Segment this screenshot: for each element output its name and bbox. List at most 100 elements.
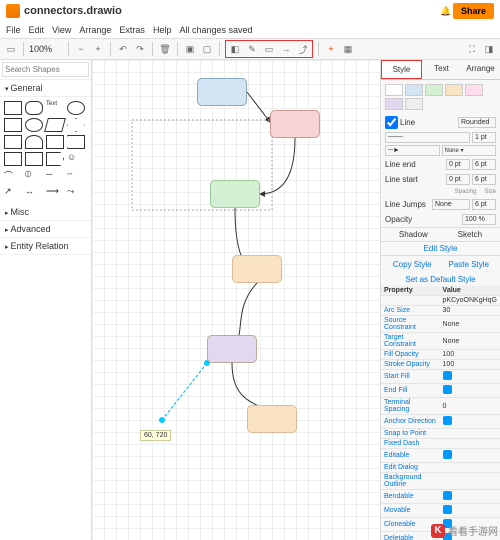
shape-step[interactable]: [67, 135, 85, 149]
line-end-size[interactable]: 6 pt: [472, 159, 496, 170]
line-jumps-select[interactable]: None: [432, 199, 470, 210]
toback-icon[interactable]: ▢: [200, 42, 214, 56]
shape-curve[interactable]: ⌒: [4, 169, 22, 183]
shape-note[interactable]: [25, 152, 43, 166]
edge-blue-red[interactable]: [247, 92, 270, 122]
prop-value[interactable]: [440, 370, 500, 384]
node-green[interactable]: [210, 180, 260, 208]
prop-value[interactable]: None: [440, 333, 500, 350]
line-jumps-size[interactable]: 6 pt: [472, 199, 496, 210]
shape-ellipse[interactable]: [67, 101, 85, 115]
edge-red-green[interactable]: [260, 138, 295, 194]
shape-dirarrow[interactable]: ⤳: [67, 186, 85, 200]
swatch-pink[interactable]: [465, 84, 483, 96]
page-setup-icon[interactable]: ▭: [4, 42, 18, 56]
line-start-spacing[interactable]: 0 pt: [446, 174, 470, 185]
undo-icon[interactable]: ↶: [116, 42, 130, 56]
prop-value[interactable]: [440, 473, 500, 490]
prop-value[interactable]: None: [440, 316, 500, 333]
line-none-select[interactable]: None ▾: [442, 145, 497, 156]
zoom-out-icon[interactable]: −: [74, 42, 88, 56]
prop-value[interactable]: 100: [440, 360, 500, 370]
zoom-value[interactable]: 100%: [29, 44, 63, 54]
shape-arrow[interactable]: ↗: [4, 186, 22, 200]
shape-link[interactable]: ⟶: [46, 186, 64, 200]
prop-value[interactable]: 100: [440, 350, 500, 360]
shape-card[interactable]: [4, 152, 22, 166]
shape-biarrow[interactable]: ↔: [25, 186, 43, 200]
opacity-input[interactable]: 100 %: [462, 214, 496, 225]
canvas[interactable]: 60, 720: [92, 60, 380, 540]
shape-rect[interactable]: [4, 101, 22, 115]
shape-hex[interactable]: [4, 135, 22, 149]
shape-cylinder[interactable]: [25, 135, 43, 149]
shape-rounded[interactable]: [25, 101, 43, 115]
prop-value[interactable]: pKCyoONKgHqG: [440, 296, 500, 306]
prop-value[interactable]: 30: [440, 306, 500, 316]
shape-circle[interactable]: [25, 118, 43, 132]
sketch-toggle[interactable]: Sketch: [458, 230, 482, 239]
insert-icon[interactable]: +: [324, 42, 338, 56]
shape-callout[interactable]: [46, 152, 64, 166]
menu-arrange[interactable]: Arrange: [79, 25, 111, 35]
category-entity[interactable]: Entity Relation: [0, 238, 91, 255]
line-start-size[interactable]: 6 pt: [472, 174, 496, 185]
edit-icon[interactable]: ✎: [245, 42, 259, 56]
share-button[interactable]: Share: [453, 3, 494, 19]
menu-edit[interactable]: Edit: [29, 25, 45, 35]
table-icon[interactable]: ▦: [341, 42, 355, 56]
line-end-spacing[interactable]: 0 pt: [446, 159, 470, 170]
line-arrow-select[interactable]: ─►: [385, 145, 440, 156]
shadow-toggle[interactable]: Shadow: [399, 230, 428, 239]
prop-value[interactable]: 0: [440, 398, 500, 415]
waypoint-icon[interactable]: ⤴: [296, 42, 310, 56]
prop-value[interactable]: [440, 490, 500, 504]
line-style-select[interactable]: Rounded: [458, 117, 496, 128]
shape-square[interactable]: [4, 118, 22, 132]
prop-value[interactable]: [440, 415, 500, 429]
menu-extras[interactable]: Extras: [119, 25, 145, 35]
paste-style-button[interactable]: Paste Style: [442, 258, 497, 271]
shape-or[interactable]: ⦶: [25, 169, 43, 183]
delete-icon[interactable]: 🗑: [158, 42, 172, 56]
edit-style-button[interactable]: Edit Style: [381, 241, 500, 255]
swatch-none[interactable]: [385, 84, 403, 96]
search-input[interactable]: [2, 62, 89, 77]
prop-value[interactable]: [440, 384, 500, 398]
node-red[interactable]: [270, 110, 320, 138]
menu-view[interactable]: View: [52, 25, 71, 35]
swatch-blue[interactable]: [405, 84, 423, 96]
swatch-orange[interactable]: [445, 84, 463, 96]
swatch-green[interactable]: [425, 84, 443, 96]
prop-value[interactable]: [440, 504, 500, 518]
prop-value[interactable]: [440, 429, 500, 439]
tofront-icon[interactable]: ▣: [183, 42, 197, 56]
shape-dashed[interactable]: ┄: [67, 169, 85, 183]
shape-diamond[interactable]: [67, 118, 85, 132]
prop-value[interactable]: [440, 439, 500, 449]
node-orange2[interactable]: [247, 405, 297, 433]
category-misc[interactable]: Misc: [0, 204, 91, 221]
zoom-in-icon[interactable]: +: [91, 42, 105, 56]
shape-actor[interactable]: ☺: [67, 152, 85, 166]
endpoint-handle-2[interactable]: [159, 417, 165, 423]
shape-line[interactable]: ─: [46, 169, 64, 183]
line-width-input[interactable]: 1 pt: [472, 132, 496, 143]
shape-text[interactable]: Text: [46, 101, 64, 115]
line-checkbox[interactable]: [385, 116, 398, 129]
swatch-purple[interactable]: [385, 98, 403, 110]
menu-file[interactable]: File: [6, 25, 21, 35]
node-purple[interactable]: [207, 335, 257, 363]
redo-icon[interactable]: ↷: [133, 42, 147, 56]
tab-arrange[interactable]: Arrange: [461, 60, 500, 79]
tab-style[interactable]: Style: [381, 60, 422, 79]
shape-rhombus[interactable]: [44, 118, 66, 132]
copy-style-button[interactable]: Copy Style: [385, 258, 440, 271]
node-orange[interactable]: [232, 255, 282, 283]
category-advanced[interactable]: Advanced: [0, 221, 91, 238]
category-general[interactable]: General: [0, 80, 91, 97]
connection-icon[interactable]: →: [279, 42, 293, 56]
tab-text[interactable]: Text: [422, 60, 461, 79]
bell-icon[interactable]: 🔔: [439, 4, 453, 18]
vertex-icon[interactable]: ▭: [262, 42, 276, 56]
